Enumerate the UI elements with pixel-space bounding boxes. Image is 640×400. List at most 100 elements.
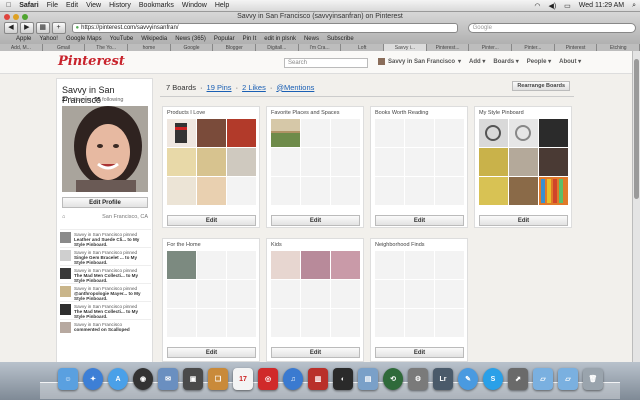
- menu-bookmarks[interactable]: Bookmarks: [135, 2, 178, 9]
- iphoto-icon[interactable]: ▣: [183, 368, 203, 390]
- menu-help[interactable]: Help: [211, 2, 233, 9]
- time-machine-icon[interactable]: ⟲: [383, 368, 403, 390]
- bookmark-item[interactable]: Pin It: [243, 36, 257, 42]
- activity-pin-title[interactable]: commented on Scalloped: [74, 327, 130, 332]
- board-title[interactable]: My Style Pinboard: [479, 110, 524, 116]
- board-edit-button[interactable]: Edit: [479, 215, 568, 226]
- aperture-icon[interactable]: ◐: [333, 368, 353, 390]
- followers-count[interactable]: 27: [62, 97, 68, 103]
- tab-boards[interactable]: 7 Boards: [166, 83, 196, 92]
- bookmark-item[interactable]: Wikipedia: [141, 36, 167, 42]
- nav-about[interactable]: About ▾: [559, 58, 581, 65]
- pin-thumbnail[interactable]: [479, 148, 508, 176]
- show-all-icon[interactable]: ▦: [35, 22, 50, 34]
- activity-item[interactable]: Savvy in San Francisco pinned The Mad Men…: [60, 301, 151, 319]
- forward-button[interactable]: ▶: [19, 22, 34, 34]
- pin-thumbnail[interactable]: [167, 148, 196, 176]
- following-count[interactable]: 55: [94, 97, 100, 103]
- back-button[interactable]: ◀: [4, 22, 18, 34]
- pin-thumbnail[interactable]: [331, 251, 360, 279]
- messages-icon[interactable]: ✎: [458, 368, 478, 390]
- board-title[interactable]: Products I Love: [167, 110, 205, 116]
- rearrange-boards-button[interactable]: Rearrange Boards: [512, 81, 570, 91]
- tab-pins[interactable]: 19 Pins: [207, 83, 232, 92]
- board-title[interactable]: Books Worth Reading: [375, 110, 428, 116]
- bookmark-item[interactable]: Subscribe: [327, 36, 354, 42]
- tab-mentions[interactable]: @Mentions: [276, 83, 314, 92]
- page-scrollbar[interactable]: [632, 51, 640, 362]
- finder-icon[interactable]: ☺: [58, 368, 78, 390]
- add-bookmark-icon[interactable]: +: [51, 22, 66, 34]
- scripts-icon[interactable]: ⬈: [508, 368, 528, 390]
- board-card[interactable]: Products I Love Edit: [162, 106, 260, 228]
- pin-thumbnail[interactable]: [271, 119, 300, 147]
- pin-thumbnail[interactable]: [197, 119, 226, 147]
- ibooks-icon[interactable]: ❑: [208, 368, 228, 390]
- volume-icon[interactable]: ◀): [544, 2, 560, 10]
- board-edit-button[interactable]: Edit: [375, 215, 464, 226]
- documents-folder-icon[interactable]: ▱: [558, 368, 578, 390]
- bookmark-item[interactable]: Google Maps: [66, 36, 102, 42]
- app-store-icon[interactable]: A: [108, 368, 128, 390]
- board-card[interactable]: Books Worth Reading Edit: [370, 106, 468, 228]
- pin-thumbnail[interactable]: [509, 148, 538, 176]
- pin-thumbnail[interactable]: [167, 177, 196, 205]
- pin-thumbnail[interactable]: [197, 177, 226, 205]
- applications-folder-icon[interactable]: ▱: [533, 368, 553, 390]
- following-label[interactable]: following: [102, 97, 123, 103]
- apple-menu-icon[interactable]: : [0, 2, 15, 9]
- activity-item[interactable]: Savvy in San Francisco commented on Scall…: [60, 319, 151, 337]
- pin-thumbnail[interactable]: [227, 148, 256, 176]
- pin-thumbnail[interactable]: [227, 119, 256, 147]
- board-title[interactable]: Kids: [271, 242, 282, 248]
- itunes-icon[interactable]: ♫: [283, 368, 303, 390]
- pin-thumbnail[interactable]: [167, 119, 196, 147]
- trash-icon[interactable]: 🗑: [583, 368, 603, 390]
- activity-item[interactable]: Savvy in San Francisco pinned Leather and…: [60, 229, 151, 247]
- activity-item[interactable]: Savvy in San Francisco pinned @anthropolo…: [60, 283, 151, 301]
- menu-file[interactable]: File: [43, 2, 62, 9]
- address-bar[interactable]: ● https://pinterest.com/savvyinsanfran/: [71, 23, 458, 33]
- bookmark-item[interactable]: Yahoo!: [39, 36, 58, 42]
- nav-add[interactable]: Add ▾: [469, 58, 485, 65]
- bookmark-item[interactable]: Apple: [16, 36, 31, 42]
- board-title[interactable]: Favorite Places and Spaces: [271, 110, 339, 116]
- preview-icon[interactable]: ▤: [358, 368, 378, 390]
- pinterest-search-input[interactable]: Search: [284, 58, 368, 68]
- menu-view[interactable]: View: [82, 2, 105, 9]
- lightroom-icon[interactable]: Lr: [433, 368, 453, 390]
- board-card[interactable]: For the Home Edit: [162, 238, 260, 362]
- menu-edit[interactable]: Edit: [62, 2, 82, 9]
- pin-thumbnail[interactable]: [509, 119, 538, 147]
- tab-likes[interactable]: 2 Likes: [242, 83, 266, 92]
- bookmark-item[interactable]: News: [304, 36, 319, 42]
- board-edit-button[interactable]: Edit: [167, 215, 256, 226]
- board-edit-button[interactable]: Edit: [167, 347, 256, 358]
- activity-board[interactable]: Style Pinboard.: [74, 260, 107, 265]
- board-card[interactable]: Favorite Places and Spaces Edit: [266, 106, 364, 228]
- activity-board[interactable]: Style Pinboard.: [74, 278, 107, 283]
- pin-thumbnail[interactable]: [271, 251, 300, 279]
- board-card[interactable]: My Style Pinboard Edit: [474, 106, 572, 228]
- activity-item[interactable]: Savvy in San Francisco pinned The Mad Men…: [60, 265, 151, 283]
- board-title[interactable]: Neighborhood Finds: [375, 242, 425, 248]
- activity-item[interactable]: Savvy in San Francisco pinned Single Gem …: [60, 247, 151, 265]
- photos-icon[interactable]: ▥: [308, 368, 328, 390]
- pinterest-logo[interactable]: Pinterest: [58, 54, 125, 69]
- mail-icon[interactable]: ✉: [158, 368, 178, 390]
- menubar-clock[interactable]: Wed 11:29 AM: [575, 2, 628, 9]
- board-card[interactable]: Neighborhood Finds Edit: [370, 238, 468, 362]
- photo-booth-icon[interactable]: ◎: [258, 368, 278, 390]
- edit-profile-button[interactable]: Edit Profile: [62, 197, 148, 208]
- scrollbar-thumb[interactable]: [634, 59, 639, 199]
- calendar-icon[interactable]: 17: [233, 368, 253, 390]
- pin-thumbnail[interactable]: [479, 177, 508, 205]
- utility-icon[interactable]: ⚙: [408, 368, 428, 390]
- pin-thumbnail[interactable]: [539, 177, 568, 205]
- pin-thumbnail[interactable]: [509, 177, 538, 205]
- pin-thumbnail[interactable]: [479, 119, 508, 147]
- board-edit-button[interactable]: Edit: [375, 347, 464, 358]
- nav-boards[interactable]: Boards ▾: [493, 58, 518, 65]
- followers-label[interactable]: followers: [70, 97, 92, 103]
- battery-icon[interactable]: ▭: [560, 2, 575, 10]
